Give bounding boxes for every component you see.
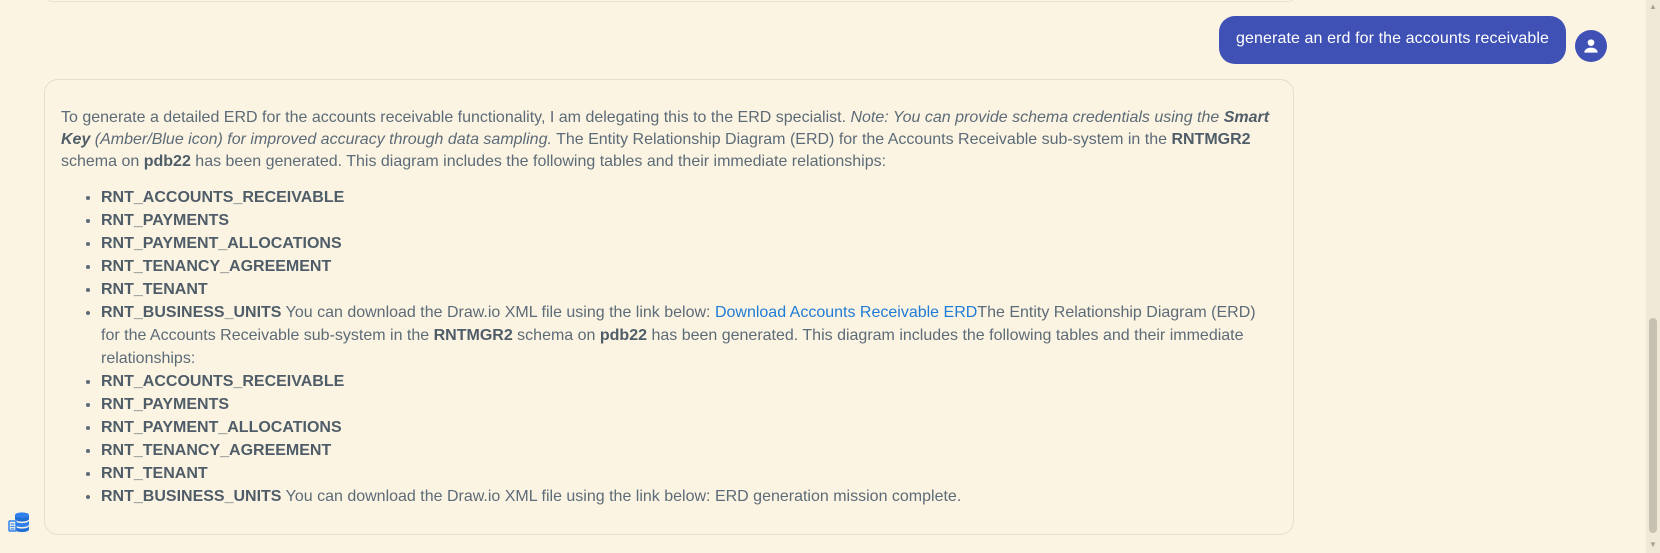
list-item: RNT_PAYMENT_ALLOCATIONS [101,232,1277,255]
download-erd-link[interactable]: Download Accounts Receivable ERD [715,304,977,321]
list-item: RNT_TENANT [101,278,1277,301]
table-name: RNT_PAYMENTS [101,396,230,413]
table-name: RNT_TENANCY_AGREEMENT [101,258,332,275]
vertical-scrollbar[interactable]: ▲ ▼ [1646,0,1660,553]
table-name: RNT_TENANT [101,465,208,482]
database-stack-icon[interactable] [8,510,32,534]
user-avatar[interactable] [1575,30,1607,62]
list-item: RNT_ACCOUNTS_RECEIVABLE [101,186,1277,209]
table-list: RNT_ACCOUNTS_RECEIVABLE RNT_PAYMENTS RNT… [61,186,1277,508]
table-name: RNT_ACCOUNTS_RECEIVABLE [101,373,345,390]
list-item: RNT_TENANCY_AGREEMENT [101,439,1277,462]
table-name: RNT_ACCOUNTS_RECEIVABLE [101,189,345,206]
scroll-thumb[interactable] [1649,318,1657,533]
user-message-bubble: generate an erd for the accounts receiva… [1219,16,1566,64]
list-item: RNT_TENANCY_AGREEMENT [101,255,1277,278]
database-name: pdb22 [599,327,647,344]
schema-name: RNTMGR2 [1171,131,1251,148]
summary-part-2: schema on [61,153,144,170]
note-part-2: (Amber/Blue icon) for improved accuracy … [90,131,552,148]
assistant-message-card: To generate a detailed ERD for the accou… [44,79,1294,535]
completion-text: You can download the Draw.io XML file us… [281,488,962,505]
list-item: RNT_ACCOUNTS_RECEIVABLE [101,370,1277,393]
table-name: RNT_TENANT [101,281,208,298]
repeat-summary-part-2: schema on [512,327,600,344]
database-name: pdb22 [143,153,191,170]
download-instruction-text: You can download the Draw.io XML file us… [281,304,715,321]
list-item: RNT_TENANT [101,462,1277,485]
table-name: RNT_PAYMENT_ALLOCATIONS [101,235,342,252]
table-name: RNT_BUSINESS_UNITS [101,304,282,321]
schema-name: RNTMGR2 [433,327,513,344]
table-name: RNT_PAYMENT_ALLOCATIONS [101,419,342,436]
summary-part-1: The Entity Relationship Diagram (ERD) fo… [551,131,1172,148]
summary-part-3: has been generated. This diagram include… [190,153,887,170]
user-message-row: generate an erd for the accounts receiva… [1219,16,1607,64]
previous-message-card [44,0,1296,2]
table-name: RNT_PAYMENTS [101,212,230,229]
person-icon [1584,39,1598,53]
list-item: RNT_PAYMENTS [101,393,1277,416]
table-name: RNT_TENANCY_AGREEMENT [101,442,332,459]
intro-text: To generate a detailed ERD for the accou… [61,109,851,126]
assistant-intro-paragraph: To generate a detailed ERD for the accou… [61,107,1277,173]
list-item: RNT_PAYMENT_ALLOCATIONS [101,416,1277,439]
scroll-up-icon[interactable]: ▲ [1649,3,1657,11]
scroll-down-icon[interactable]: ▼ [1649,541,1657,549]
list-item: RNT_BUSINESS_UNITS You can download the … [101,301,1277,370]
list-item: RNT_PAYMENTS [101,209,1277,232]
list-item: RNT_BUSINESS_UNITS You can download the … [101,485,1277,508]
table-name: RNT_BUSINESS_UNITS [101,488,282,505]
note-part-1: Note: You can provide schema credentials… [850,109,1224,126]
